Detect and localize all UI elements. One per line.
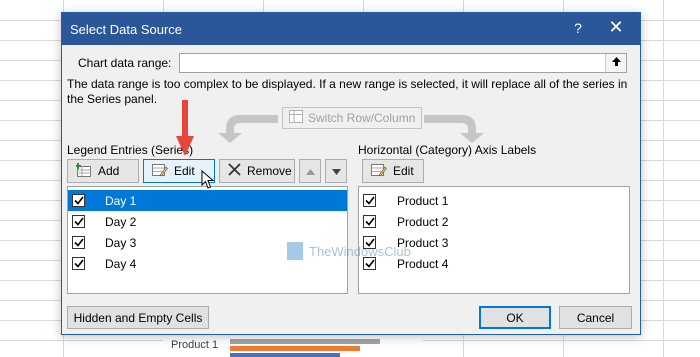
edit-series-label: Edit bbox=[174, 164, 195, 178]
list-item[interactable]: Product 2 bbox=[359, 211, 629, 232]
remove-series-button[interactable]: Remove bbox=[219, 159, 295, 183]
move-down-icon bbox=[331, 164, 341, 178]
remove-series-label: Remove bbox=[247, 164, 292, 178]
select-data-source-dialog: Select Data Source ? ✕ Chart data range:… bbox=[61, 12, 641, 335]
help-icon[interactable]: ? bbox=[570, 20, 586, 36]
chart-bar-gray bbox=[230, 339, 380, 344]
chart-bar-orange bbox=[230, 346, 360, 351]
list-item-label: Day 1 bbox=[105, 194, 137, 208]
checkmark-icon bbox=[364, 196, 375, 205]
move-down-button[interactable] bbox=[325, 159, 347, 183]
move-up-button[interactable] bbox=[299, 159, 321, 183]
checkmark-icon bbox=[73, 217, 84, 226]
switch-row-column-icon bbox=[289, 110, 303, 126]
collapse-dialog-icon bbox=[611, 56, 622, 70]
cancel-label: Cancel bbox=[576, 310, 615, 325]
checkbox[interactable] bbox=[72, 236, 85, 249]
switch-row-column-button[interactable]: Switch Row/Column bbox=[282, 107, 422, 129]
ok-label: OK bbox=[506, 310, 524, 325]
move-up-icon bbox=[305, 164, 315, 178]
dialog-title-bar: Select Data Source ? ✕ bbox=[62, 13, 640, 45]
checkmark-icon bbox=[73, 238, 84, 247]
list-item[interactable]: Day 1 bbox=[68, 190, 347, 211]
checkbox[interactable] bbox=[363, 194, 376, 207]
edit-axis-labels-label: Edit bbox=[393, 164, 414, 178]
mouse-cursor-icon bbox=[201, 170, 215, 189]
edit-icon bbox=[371, 163, 387, 180]
switch-left-arrow-icon bbox=[218, 115, 278, 143]
checkbox[interactable] bbox=[72, 257, 85, 270]
edit-icon bbox=[152, 163, 168, 180]
dialog-title: Select Data Source bbox=[70, 22, 183, 37]
range-collapse-button[interactable] bbox=[605, 54, 626, 72]
checkmark-icon bbox=[364, 259, 375, 268]
list-item-label: Day 4 bbox=[105, 257, 137, 271]
watermark-logo-icon bbox=[287, 242, 303, 260]
chart-data-range-input[interactable] bbox=[179, 53, 627, 73]
list-item[interactable]: Day 2 bbox=[68, 211, 347, 232]
axis-items: Product 1 Product 2 Product 3 Product 4 bbox=[359, 190, 629, 274]
checkbox[interactable] bbox=[363, 215, 376, 228]
axis-toolbar: Edit bbox=[362, 159, 424, 183]
switch-right-arrow-icon bbox=[424, 115, 484, 143]
list-item-label: Day 2 bbox=[105, 215, 137, 229]
range-complex-message: The data range is too complex to be disp… bbox=[67, 77, 628, 106]
chart-category-label: Product 1 bbox=[171, 339, 219, 351]
checkbox[interactable] bbox=[72, 194, 85, 207]
watermark-text: TheWindowsClub bbox=[309, 243, 411, 259]
chart-data-range-label: Chart data range: bbox=[78, 56, 172, 70]
close-icon[interactable]: ✕ bbox=[608, 17, 624, 38]
legend-items: Day 1 Day 2 Day 3 Day 4 bbox=[68, 190, 347, 274]
remove-icon bbox=[228, 163, 241, 179]
axis-labels-label: Horizontal (Category) Axis Labels bbox=[358, 143, 537, 157]
cancel-button[interactable]: Cancel bbox=[559, 306, 632, 329]
edit-axis-labels-button[interactable]: Edit bbox=[362, 159, 424, 183]
add-series-label: Add bbox=[98, 164, 120, 178]
hidden-empty-cells-button[interactable]: Hidden and Empty Cells bbox=[67, 306, 209, 329]
checkmark-icon bbox=[73, 259, 84, 268]
watermark: TheWindowsClub bbox=[287, 242, 411, 260]
ok-button[interactable]: OK bbox=[479, 306, 551, 329]
switch-row-column-label: Switch Row/Column bbox=[308, 111, 416, 125]
legend-entries-list: Day 1 Day 2 Day 3 Day 4 bbox=[67, 186, 348, 294]
axis-labels-list: Product 1 Product 2 Product 3 Product 4 bbox=[358, 186, 630, 294]
checkmark-icon bbox=[364, 217, 375, 226]
add-icon bbox=[75, 162, 92, 180]
checkbox[interactable] bbox=[72, 215, 85, 228]
list-item[interactable]: Product 1 bbox=[359, 190, 629, 211]
checkmark-icon bbox=[73, 196, 84, 205]
list-item-label: Product 2 bbox=[397, 215, 449, 229]
list-item-label: Day 3 bbox=[105, 236, 137, 250]
list-item-label: Product 1 bbox=[397, 194, 449, 208]
legend-entries-label: Legend Entries (Series) bbox=[67, 143, 194, 157]
add-series-button[interactable]: Add bbox=[67, 159, 139, 183]
chart-bar-blue bbox=[230, 353, 340, 357]
hidden-empty-cells-label: Hidden and Empty Cells bbox=[73, 310, 203, 325]
annotation-arrow-icon bbox=[176, 100, 194, 156]
